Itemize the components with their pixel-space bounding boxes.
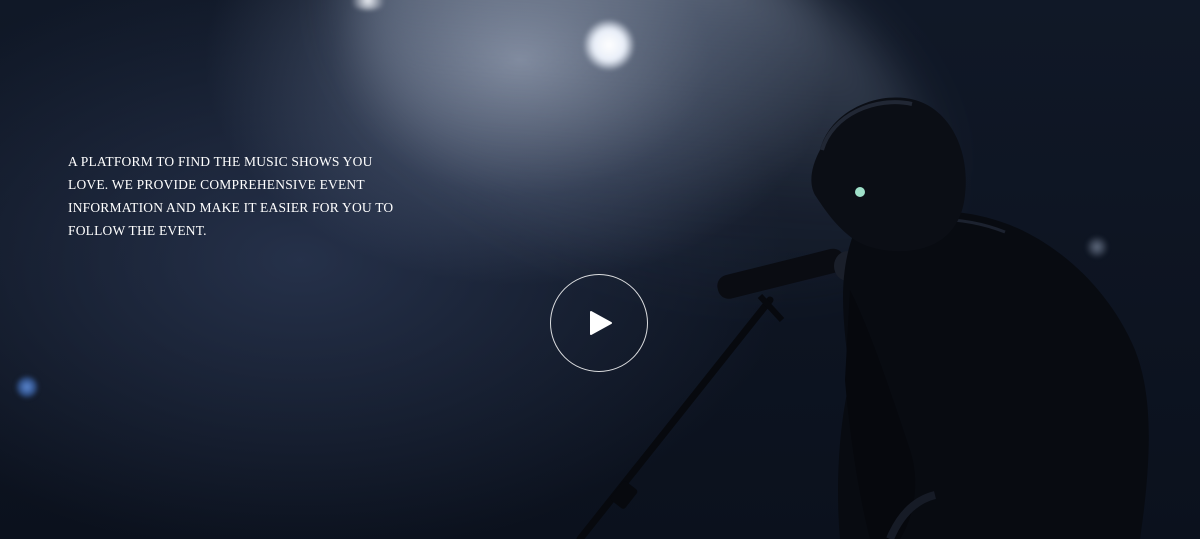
play-video-button[interactable] <box>550 274 648 372</box>
singer-image <box>576 97 1149 539</box>
hero-tagline: A PLATFORM TO FIND THE MUSIC SHOWS YOU L… <box>68 154 394 238</box>
play-icon <box>590 311 612 335</box>
hero-section: A PLATFORM TO FIND THE MUSIC SHOWS YOU L… <box>0 0 1200 539</box>
